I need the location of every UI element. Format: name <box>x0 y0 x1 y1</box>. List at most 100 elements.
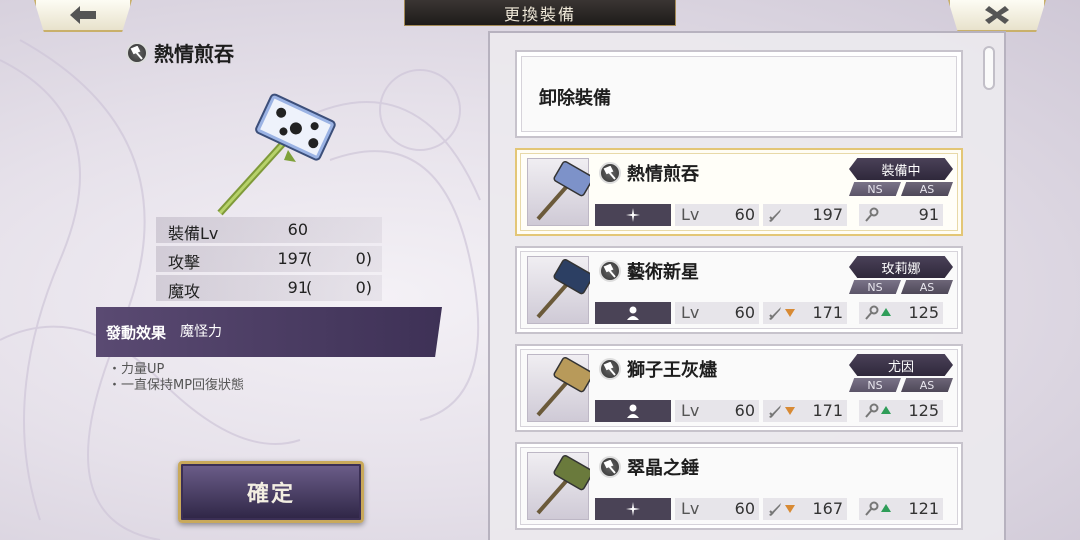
staff-icon <box>865 207 879 222</box>
as-label: AS <box>901 280 953 294</box>
ns-label: NS <box>849 378 901 392</box>
attack-stat: 197 <box>763 204 847 226</box>
stat-row-level: 裝備Lv 60 <box>156 217 382 243</box>
stat-bonus-open: ( <box>306 249 313 268</box>
magic-value: 125 <box>908 303 939 322</box>
ns-label: NS <box>849 182 901 196</box>
weapon-thumbnail <box>527 256 594 324</box>
weapon-card-name: 藝術新星 <box>599 258 699 284</box>
stat-bonus: 0) <box>355 278 372 297</box>
person-icon <box>595 400 671 422</box>
staff-icon <box>865 501 879 516</box>
weapon-card-stats: Lv 60 171 125 <box>595 302 947 324</box>
weapon-card[interactable]: 熱情煎吞 裝備中 NS AS Lv 60 197 91 <box>515 148 963 236</box>
back-arrow-icon <box>70 6 96 24</box>
level-value: 60 <box>734 499 755 518</box>
weapon-hammer-image <box>217 93 336 216</box>
as-label: AS <box>901 378 953 392</box>
level-value: 60 <box>734 401 755 420</box>
skill-effect-item: ・一直保持MP回復狀態 <box>108 378 245 393</box>
attack-stat: 171 <box>763 400 847 422</box>
sword-icon <box>769 503 781 516</box>
weapon-name-text: 翠晶之錘 <box>627 458 699 479</box>
ns-as-indicator: NS AS <box>849 280 953 294</box>
skill-effect-bar: 發動效果 魔怪力 <box>96 307 442 357</box>
trend-down-icon <box>785 309 795 317</box>
back-button[interactable] <box>34 0 132 32</box>
page-title: 更換裝備 <box>404 0 676 26</box>
ns-as-indicator: NS AS <box>849 182 953 196</box>
hammer-thumbnail-icon <box>536 454 594 515</box>
weapon-name-text: 獅子王灰燼 <box>627 360 717 381</box>
hammer-type-icon <box>599 456 621 478</box>
weapon-card-name: 獅子王灰燼 <box>599 356 717 382</box>
sword-icon <box>769 209 781 222</box>
attack-stat: 167 <box>763 498 847 520</box>
level-label: Lv <box>681 499 700 518</box>
skill-effect-item: ・力量UP <box>108 362 165 377</box>
weapon-thumbnail <box>527 158 594 226</box>
level-value: 60 <box>734 205 755 224</box>
skill-name: 魔怪力 <box>180 324 222 340</box>
weapon-card-stats: Lv 60 197 91 <box>595 204 947 226</box>
hammer-thumbnail-icon <box>536 356 594 417</box>
magic-value: 121 <box>908 499 939 518</box>
attack-value: 171 <box>812 401 843 420</box>
ns-label: NS <box>849 280 901 294</box>
stat-bonus: 0) <box>355 249 372 268</box>
equipped-by-tag: 尤因 <box>849 354 953 376</box>
trend-up-icon <box>881 308 891 316</box>
stat-value: 197 <box>277 249 308 268</box>
sparkle-icon <box>595 204 671 226</box>
weapon-card-name: 熱情煎吞 <box>599 160 699 186</box>
close-button[interactable] <box>948 0 1046 32</box>
level-label: Lv <box>681 401 700 420</box>
sword-icon <box>769 307 781 320</box>
attack-value: 171 <box>812 303 843 322</box>
hammer-type-icon <box>599 162 621 184</box>
level-stat: Lv 60 <box>675 400 759 422</box>
weapon-thumbnail <box>527 354 594 422</box>
hammer-type-icon <box>599 358 621 380</box>
stat-label: 魔攻 <box>168 282 201 301</box>
level-stat: Lv 60 <box>675 302 759 324</box>
trend-up-icon <box>881 504 891 512</box>
hammer-type-icon <box>599 260 621 282</box>
weapon-thumbnail <box>527 452 594 520</box>
weapon-name-text: 藝術新星 <box>627 262 699 283</box>
stat-row-magic: 魔攻 91 ( 0) <box>156 275 382 301</box>
equipped-by-tag: 裝備中 <box>849 158 953 180</box>
skill-effect-label: 發動效果 <box>106 324 167 342</box>
list-scrollbar[interactable] <box>983 46 995 90</box>
attack-value: 167 <box>812 499 843 518</box>
hammer-type-icon <box>126 41 148 64</box>
skill-effects-list: ・力量UP ・一直保持MP回復狀態 <box>108 362 244 394</box>
magic-stat: 125 <box>859 302 943 324</box>
unequip-button[interactable]: 卸除裝備 <box>515 50 963 138</box>
weapon-card[interactable]: 藝術新星 玫莉娜 NS AS Lv 60 171 125 <box>515 246 963 334</box>
weapon-card[interactable]: 獅子王灰燼 尤因 NS AS Lv 60 171 125 <box>515 344 963 432</box>
attack-value: 197 <box>812 205 843 224</box>
stat-value: 60 <box>287 220 308 239</box>
weapon-name-text: 熱情煎吞 <box>627 164 699 185</box>
stat-label: 攻擊 <box>168 253 201 272</box>
unequip-label: 卸除裝備 <box>539 88 611 109</box>
trend-up-icon <box>881 406 891 414</box>
magic-value: 125 <box>908 401 939 420</box>
weapon-card[interactable]: 翠晶之錘 Lv 60 167 121 <box>515 442 963 530</box>
staff-icon <box>865 305 879 320</box>
detail-weapon-name: 熱情煎吞 <box>126 38 234 67</box>
level-label: Lv <box>681 205 700 224</box>
weapon-card-name: 翠晶之錘 <box>599 454 699 480</box>
weapon-card-stats: Lv 60 167 121 <box>595 498 947 520</box>
stat-value: 91 <box>287 278 308 297</box>
trend-down-icon <box>785 505 795 513</box>
sparkle-icon <box>595 498 671 520</box>
confirm-button[interactable]: 確定 <box>178 461 364 523</box>
level-label: Lv <box>681 303 700 322</box>
attack-stat: 171 <box>763 302 847 324</box>
staff-icon <box>865 403 879 418</box>
as-label: AS <box>901 182 953 196</box>
stat-row-attack: 攻擊 197 ( 0) <box>156 246 382 272</box>
level-stat: Lv 60 <box>675 498 759 520</box>
